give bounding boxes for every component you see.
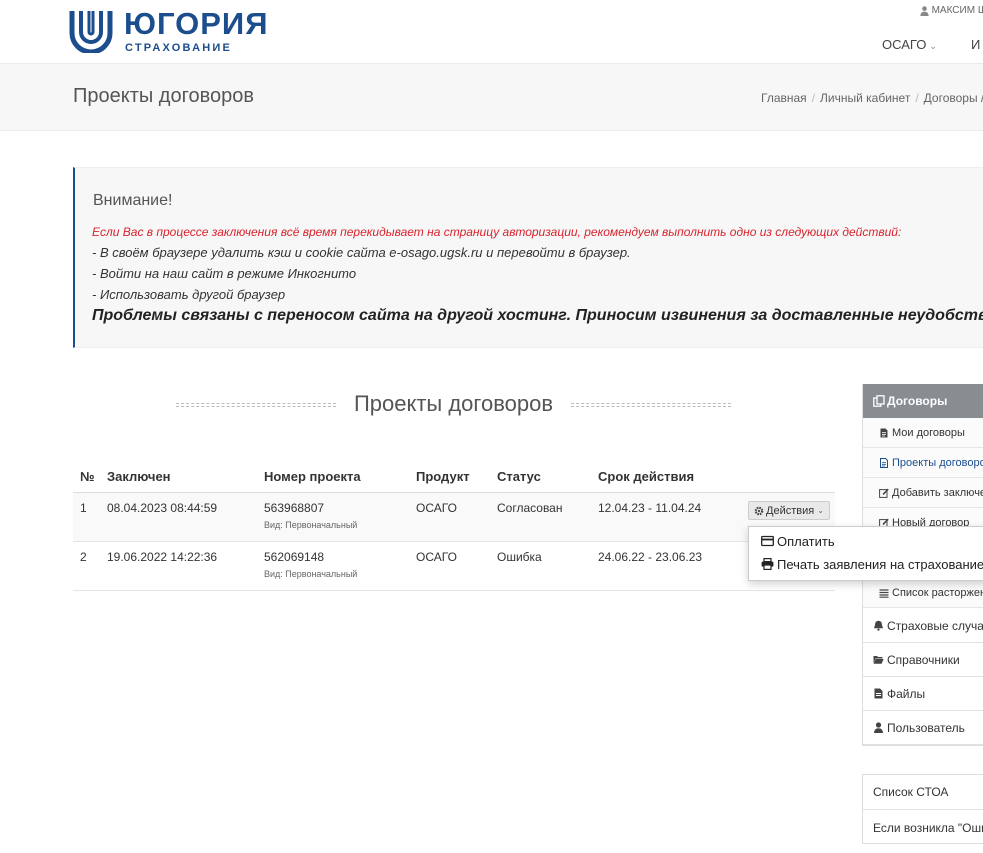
logo[interactable]: ЮГОРИЯ СТРАХОВАНИЕ — [68, 6, 269, 54]
printer-icon — [761, 558, 774, 570]
file-text-icon — [880, 457, 888, 468]
sidebar-header-label: Договоры — [887, 394, 948, 408]
user-menu[interactable]: МАКСИМ Ш — [919, 5, 983, 16]
actions-label: Действия — [766, 504, 815, 517]
breadcrumb-separator: / — [915, 91, 919, 105]
nav-item-label: И — [971, 37, 981, 52]
menu-item-label: Печать заявления на страхование — [777, 556, 983, 572]
user-icon — [919, 5, 929, 16]
sidebar-item-label: Мои договоры — [892, 426, 965, 439]
site-header: ЮГОРИЯ СТРАХОВАНИЕ МАКСИМ Ш ОСАГО ⌄ И — [0, 0, 983, 64]
menu-item-label: Оплатить — [777, 533, 835, 549]
row-concluded-date: 08.04.2023 08:44:59 — [107, 501, 218, 515]
table-row: 1 08.04.2023 08:44:59 563968807 Вид: Пер… — [73, 493, 835, 542]
user-name: МАКСИМ Ш — [931, 5, 983, 16]
row-status: Согласован — [497, 501, 563, 515]
warning-alert: Внимание! Если Вас в процессе заключения… — [73, 167, 983, 348]
breadcrumb-separator: / — [811, 91, 816, 105]
folder-open-icon — [873, 656, 884, 664]
link-label: Список СТОА — [873, 785, 949, 799]
row-term: 12.04.23 - 11.04.24 — [598, 501, 702, 515]
chevron-down-icon: ⌄ — [929, 41, 937, 51]
sidebar-item-files[interactable]: Файлы — [863, 677, 983, 711]
sidebar-item-contract-projects[interactable]: Проекты договоров — [863, 448, 983, 478]
alert-warning-text: Если Вас в процессе заключения всё время… — [92, 225, 902, 239]
menu-item-print-application[interactable]: Печать заявления на страхование — [749, 552, 983, 576]
edit-icon — [879, 488, 889, 498]
title-bar: Проекты договоров Главная / Личный кабинет… — [0, 64, 983, 131]
actions-dropdown-menu: Оплатить Печать заявления на страхование — [748, 526, 983, 581]
alert-step-3: - Использовать другой браузер — [92, 287, 286, 302]
brand-name: ЮГОРИЯ — [124, 6, 269, 41]
column-header-project: Номер проекта — [264, 469, 361, 484]
column-header-product: Продукт — [416, 469, 470, 484]
copy-icon — [873, 395, 885, 407]
section-heading: Проекты договоров — [176, 390, 731, 420]
sidebar-item-label: Добавить заключенный — [892, 486, 983, 499]
sidebar-item-insurance-cases[interactable]: Страховые случаи — [863, 609, 983, 643]
sidebar-item-label: Список расторжений — [892, 586, 983, 599]
alert-step-2: - Войти на наш сайт в режиме Инкогнито — [92, 266, 357, 281]
nav-item-2[interactable]: И — [971, 37, 980, 52]
breadcrumb-contracts[interactable]: Договоры / — [924, 91, 983, 105]
row-concluded-date: 19.06.2022 14:22:36 — [107, 550, 218, 564]
credit-card-icon — [761, 535, 774, 547]
breadcrumb-home[interactable]: Главная — [761, 91, 807, 105]
row-status: Ошибка — [497, 550, 542, 564]
sidebar-links-panel: Список СТОА Если возникла "Ошибка" — [862, 774, 983, 844]
sidebar-header-contracts[interactable]: Договоры — [863, 384, 983, 418]
file-icon — [874, 688, 883, 699]
sidebar-item-label: Справочники — [887, 652, 960, 667]
sidebar-item-label: Проекты договоров — [892, 456, 983, 469]
row-number: 2 — [80, 550, 87, 564]
column-header-number: № — [80, 469, 95, 484]
bell-icon — [874, 620, 883, 631]
section-title: Проекты договоров — [353, 391, 554, 416]
sidebar-item-terminations[interactable]: Список расторжений — [863, 578, 983, 608]
sidebar-item-add-concluded[interactable]: Добавить заключенный — [863, 478, 983, 508]
column-header-concluded: Заключен — [107, 469, 171, 484]
user-icon — [874, 722, 883, 733]
list-icon — [879, 588, 889, 598]
column-header-status: Статус — [497, 469, 541, 484]
link-error-help[interactable]: Если возникла "Ошибка" — [863, 810, 983, 845]
sidebar-item-references[interactable]: Справочники — [863, 643, 983, 677]
row-product: ОСАГО — [416, 550, 457, 564]
column-header-term: Срок действия — [598, 469, 695, 484]
logo-emblem-icon — [69, 11, 113, 53]
gear-icon — [754, 506, 764, 515]
menu-item-pay[interactable]: Оплатить — [749, 529, 983, 553]
alert-step-1: - В своём браузере удалить кэш и cookie … — [92, 245, 631, 260]
table-row: 2 19.06.2022 14:22:36 562069148 Вид: Пер… — [73, 542, 835, 591]
alert-title: Внимание! — [93, 192, 173, 209]
nav-item-osago[interactable]: ОСАГО ⌄ — [882, 37, 937, 52]
row-number: 1 — [80, 501, 87, 515]
brand-tagline: СТРАХОВАНИЕ — [125, 42, 233, 54]
row-term: 24.06.22 - 23.06.23 — [598, 550, 703, 564]
sidebar-item-label: Файлы — [887, 686, 926, 701]
document-icon — [880, 428, 888, 437]
nav-item-label: ОСАГО — [882, 37, 927, 52]
page-title: Проекты договоров — [73, 85, 254, 107]
table-header: № Заключен Номер проекта Продукт Статус … — [73, 460, 835, 493]
row-project-kind: Вид: Первоначальный — [264, 520, 358, 530]
link-stoa-list[interactable]: Список СТОА — [863, 775, 983, 810]
link-label: Если возникла "Ошибка" — [873, 820, 983, 835]
chevron-down-icon: ⌄ — [817, 506, 824, 515]
breadcrumb-cabinet[interactable]: Личный кабинет — [820, 91, 910, 105]
sidebar-item-label: Пользователь — [887, 720, 965, 735]
row-product: ОСАГО — [416, 501, 457, 515]
row-project-number: 563968807 — [264, 501, 325, 515]
row-project-number: 562069148 — [264, 550, 325, 564]
row-project-kind: Вид: Первоначальный — [264, 569, 358, 579]
sidebar-item-user[interactable]: Пользователь — [863, 711, 983, 745]
actions-button[interactable]: Действия ⌄ — [748, 501, 830, 520]
breadcrumb: Главная / Личный кабинет / Договоры / — [761, 91, 983, 105]
alert-apology: Проблемы связаны с переносом сайта на др… — [92, 307, 983, 324]
sidebar-item-label: Страховые случаи — [887, 618, 983, 633]
sidebar-item-my-contracts[interactable]: Мои договоры — [863, 418, 983, 448]
